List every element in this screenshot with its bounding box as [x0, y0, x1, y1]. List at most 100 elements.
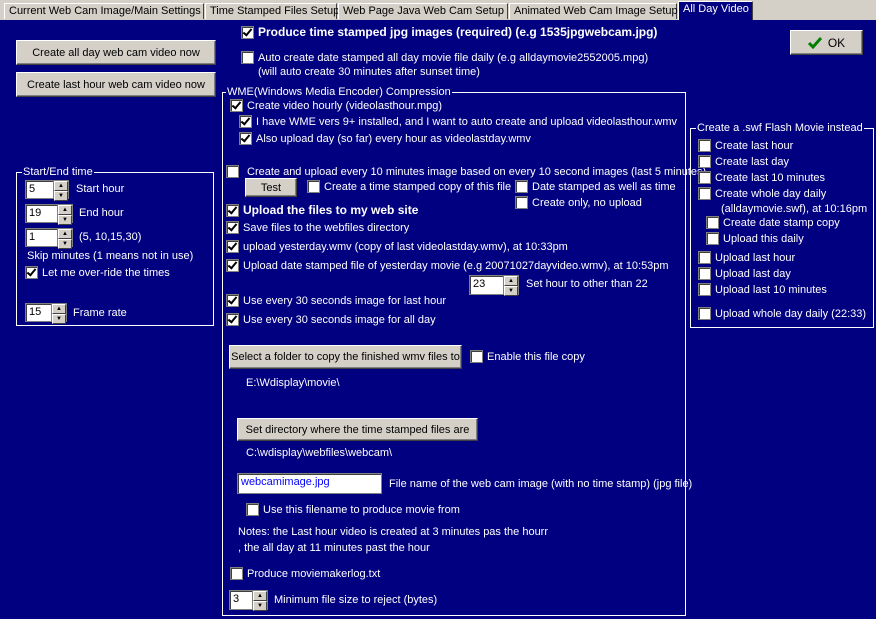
spin-up-icon[interactable]: ▲ — [253, 591, 267, 601]
copy-folder-path: E:\Wdisplay\movie\ — [246, 377, 340, 389]
spin-up-icon[interactable]: ▲ — [54, 181, 68, 191]
frame-rate-spinner[interactable]: 15 ▲ ▼ — [25, 303, 67, 324]
auto-create-daily-checkbox[interactable]: Auto create date stamped all day movie f… — [241, 51, 648, 64]
produce-log-checkbox[interactable]: Produce moviemakerlog.txt — [230, 567, 380, 580]
upload-files-checkbox[interactable]: Upload the files to my web site — [226, 203, 418, 217]
spin-up-icon[interactable]: ▲ — [58, 205, 72, 215]
swf-upload-daily-checkbox[interactable]: Upload this daily — [706, 232, 804, 245]
frame-rate-label: Frame rate — [73, 307, 127, 319]
override-times-checkbox[interactable]: Let me over-ride the times — [25, 266, 170, 279]
checkbox-box[interactable] — [226, 203, 239, 217]
tab-time-stamped-files[interactable]: Time Stamped Files Setup — [205, 3, 339, 19]
swf-upload-last-hour-checkbox[interactable]: Upload last hour — [698, 251, 795, 264]
checkbox-box[interactable] — [698, 139, 711, 152]
create-video-hourly-checkbox[interactable]: Create video hourly (videolasthour.mpg) — [230, 99, 442, 112]
enable-file-copy-checkbox[interactable]: Enable this file copy — [470, 350, 585, 363]
use30-all-day-checkbox[interactable]: Use every 30 seconds image for all day — [226, 313, 436, 326]
checkbox-box[interactable] — [470, 350, 483, 363]
checkbox-box[interactable] — [226, 313, 239, 326]
spin-down-icon[interactable]: ▼ — [54, 191, 68, 201]
swf-create-last-day-checkbox[interactable]: Create last day — [698, 155, 789, 168]
swf-create-last-hour-checkbox[interactable]: Create last hour — [698, 139, 793, 152]
min-file-size-spinner[interactable]: 3 ▲ ▼ — [229, 590, 268, 611]
checkbox-box[interactable] — [239, 132, 252, 145]
time-stamped-copy-checkbox[interactable]: Create a time stamped copy of this file — [307, 180, 511, 193]
start-end-time-title: Start/End time — [22, 166, 94, 178]
swf-create-last-10-checkbox[interactable]: Create last 10 minutes — [698, 171, 825, 184]
end-hour-label: End hour — [79, 207, 124, 219]
spin-down-icon[interactable]: ▼ — [504, 286, 518, 296]
notes-line-2: , the all day at 11 minutes past the hou… — [238, 542, 430, 554]
create-all-day-video-button[interactable]: Create all day web cam video now — [16, 40, 216, 65]
date-stamped-checkbox[interactable]: Date stamped as well as time — [515, 180, 676, 193]
spin-down-icon[interactable]: ▼ — [58, 239, 72, 249]
end-hour-spinner[interactable]: 19 ▲ ▼ — [25, 204, 73, 225]
checkbox-box[interactable] — [698, 283, 711, 296]
tab-all-day-video[interactable]: All Day Video — [678, 1, 753, 20]
wme-compression-title: WME(Windows Media Encoder) Compression — [226, 86, 452, 98]
spin-down-icon[interactable]: ▼ — [58, 215, 72, 225]
checkbox-box[interactable] — [226, 221, 239, 234]
swf-upload-whole-day-checkbox[interactable]: Upload whole day daily (22:33) — [698, 307, 866, 320]
spin-down-icon[interactable]: ▼ — [52, 314, 66, 324]
set-hour-label: Set hour to other than 22 — [526, 278, 648, 290]
use30-last-hour-checkbox[interactable]: Use every 30 seconds image for last hour — [226, 294, 446, 307]
checkbox-box[interactable] — [226, 165, 239, 178]
checkbox-box[interactable] — [706, 232, 719, 245]
spin-up-icon[interactable]: ▲ — [58, 229, 72, 239]
upload-yesterday-checkbox[interactable]: upload yesterday.wmv (copy of last video… — [226, 240, 568, 253]
ok-button[interactable]: OK — [790, 30, 863, 55]
checkbox-box[interactable] — [239, 115, 252, 128]
spin-up-icon[interactable]: ▲ — [504, 276, 518, 286]
skip-minutes-label: Skip minutes (1 means not in use) — [27, 250, 194, 262]
checkbox-box[interactable] — [25, 266, 38, 279]
set-directory-button[interactable]: Set directory where the time stamped fil… — [237, 418, 478, 441]
spin-down-icon[interactable]: ▼ — [253, 601, 267, 611]
checkbox-box[interactable] — [706, 216, 719, 229]
swf-create-whole-day-checkbox[interactable]: Create whole day daily — [698, 187, 826, 200]
create-only-checkbox[interactable]: Create only, no upload — [515, 196, 642, 209]
checkbox-box[interactable] — [515, 196, 528, 209]
also-upload-day-checkbox[interactable]: Also upload day (so far) every hour as v… — [239, 132, 531, 145]
checkbox-box[interactable] — [698, 267, 711, 280]
save-files-checkbox[interactable]: Save files to the webfiles directory — [226, 221, 409, 234]
checkbox-box[interactable] — [230, 567, 243, 580]
upload-date-stamped-checkbox[interactable]: Upload date stamped file of yesterday mo… — [226, 259, 669, 272]
checkbox-box[interactable] — [307, 180, 320, 193]
skip-minutes-spinner[interactable]: 1 ▲ ▼ — [25, 228, 73, 249]
checkbox-box[interactable] — [230, 99, 243, 112]
checkbox-box[interactable] — [698, 171, 711, 184]
checkbox-box[interactable] — [226, 240, 239, 253]
spin-up-icon[interactable]: ▲ — [52, 304, 66, 314]
produce-jpg-checkbox[interactable]: Produce time stamped jpg images (require… — [241, 25, 657, 39]
set-hour-spinner[interactable]: 23 ▲ ▼ — [469, 275, 519, 296]
auto-create-note: (will auto create 30 minutes after sunse… — [258, 66, 480, 78]
checkbox-box[interactable] — [241, 51, 254, 64]
checkbox-box[interactable] — [226, 259, 239, 272]
swf-upload-last-day-checkbox[interactable]: Upload last day — [698, 267, 791, 280]
tab-main-settings[interactable]: Current Web Cam Image/Main Settings — [4, 3, 204, 19]
swf-flash-title: Create a .swf Flash Movie instead — [696, 122, 864, 134]
tab-animated-image[interactable]: Animated Web Cam Image Setup — [509, 3, 678, 19]
create-last-hour-video-button[interactable]: Create last hour web cam video now — [16, 72, 216, 97]
checkbox-box[interactable] — [246, 503, 259, 516]
checkbox-box[interactable] — [698, 307, 711, 320]
tab-web-page-java[interactable]: Web Page Java Web Cam Setup — [338, 3, 508, 19]
checkbox-box[interactable] — [698, 187, 711, 200]
checkbox-box[interactable] — [226, 294, 239, 307]
min-file-size-label: Minimum file size to reject (bytes) — [274, 594, 438, 606]
tab-bar: Current Web Cam Image/Main Settings Time… — [0, 0, 876, 20]
checkbox-box[interactable] — [241, 25, 254, 39]
select-folder-button[interactable]: Select a folder to copy the finished wmv… — [229, 345, 462, 369]
test-button[interactable]: Test — [245, 178, 297, 197]
checkbox-box[interactable] — [698, 155, 711, 168]
use-filename-checkbox[interactable]: Use this filename to produce movie from — [246, 503, 460, 516]
checkbox-box[interactable] — [698, 251, 711, 264]
webcam-filename-input[interactable]: webcamimage.jpg — [237, 473, 382, 494]
swf-date-stamp-copy-checkbox[interactable]: Create date stamp copy — [706, 216, 840, 229]
swf-upload-last-10-checkbox[interactable]: Upload last 10 minutes — [698, 283, 827, 296]
start-hour-spinner[interactable]: 5 ▲ ▼ — [25, 180, 69, 201]
have-wme-checkbox[interactable]: I have WME vers 9+ installed, and I want… — [239, 115, 677, 128]
create-10min-checkbox[interactable]: Create and upload every 10 minutes image… — [226, 165, 706, 178]
checkbox-box[interactable] — [515, 180, 528, 193]
